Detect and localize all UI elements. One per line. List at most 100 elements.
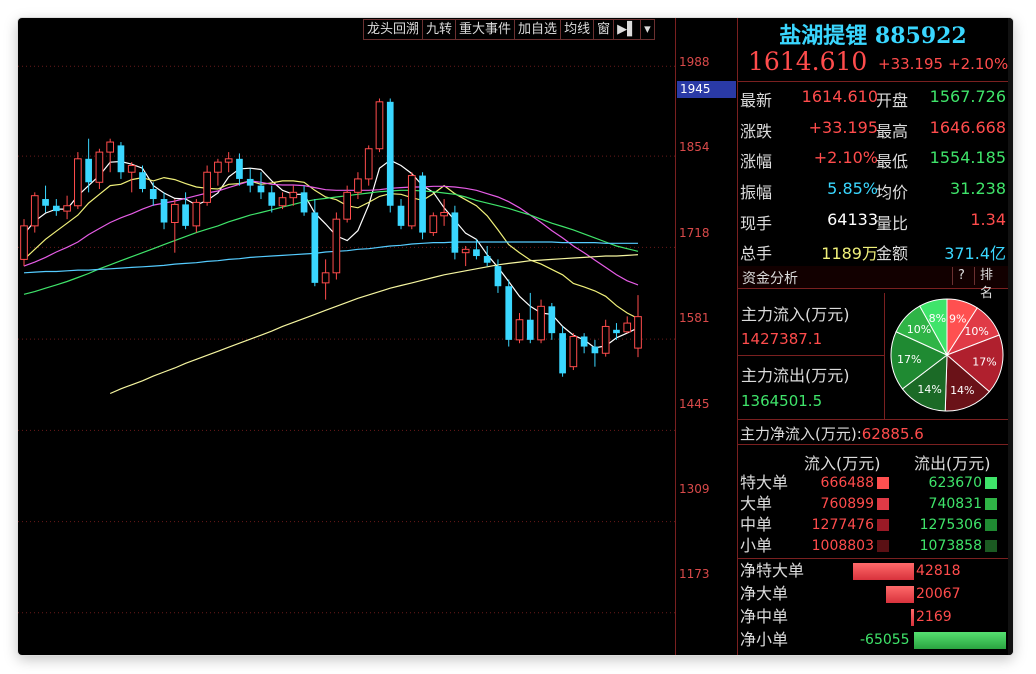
candle-up	[95, 151, 104, 183]
net-order-label: 净中单	[740, 607, 789, 626]
candle-up	[127, 165, 136, 173]
chevron-down-icon[interactable]: ▾	[640, 19, 655, 40]
candle-up	[461, 248, 470, 254]
ma-line-ma120	[109, 254, 639, 395]
quote-label: 量比	[876, 214, 909, 233]
candle-down	[451, 212, 459, 253]
kline-svg[interactable]	[18, 18, 675, 655]
candle-up	[106, 141, 115, 153]
quote-value: 1554.185	[929, 148, 1006, 167]
toolbar-ma-button[interactable]: 均线	[560, 19, 594, 40]
quote-value: +33.195	[808, 118, 878, 137]
candle-down	[311, 212, 319, 283]
inflow-swatch	[877, 477, 889, 489]
candle-down	[268, 192, 276, 206]
order-size-label: 中单	[740, 515, 773, 534]
main-flow-box: 主力流入(万元) 1427387.1 主力流出(万元) 1364501.5	[738, 293, 885, 419]
candle-up	[515, 319, 524, 341]
quote-label: 金额	[876, 244, 909, 263]
quote-value: 1189万	[821, 244, 878, 263]
net-order-value: 20067	[916, 586, 961, 602]
candle-down	[559, 333, 566, 374]
toolbar-add-watchlist-button[interactable]: 加自选	[514, 19, 561, 40]
net-order-bar	[910, 609, 914, 626]
order-size-row: 大单 760899 740831	[738, 494, 1008, 514]
main-inflow-value: 1427387.1	[741, 330, 823, 348]
candle-up	[440, 211, 448, 217]
order-size-label: 大单	[740, 494, 773, 513]
inflow-swatch	[877, 498, 889, 510]
candle-up	[429, 215, 438, 234]
candle-down	[483, 256, 491, 263]
candle-down	[591, 346, 599, 354]
quote-label: 涨幅	[740, 152, 773, 171]
quote-row: 现手 64133 量比 1.34	[738, 205, 1008, 236]
outflow-column-header: 流出(万元)	[914, 454, 991, 473]
inflow-swatch	[877, 519, 889, 531]
candle-up	[20, 225, 28, 260]
quote-value: 64133	[827, 210, 878, 229]
quote-label: 均价	[876, 183, 909, 202]
quote-value: 31.238	[950, 179, 1006, 198]
net-order-row: 净小单 -65055	[738, 629, 1008, 651]
pie-slice-label: 9%	[949, 313, 966, 326]
kline-chart[interactable]: 龙头回溯 九转 重大事件 加自选 均线 窗 ▶▌ ▾	[18, 18, 675, 655]
quote-label: 最高	[876, 122, 909, 141]
main-inflow-label: 主力流入(万元)	[741, 305, 850, 324]
quote-label: 涨跌	[740, 122, 773, 141]
candle-up	[364, 148, 373, 180]
candle-up	[601, 325, 610, 354]
quote-label: 最低	[876, 152, 909, 171]
candle-down	[160, 199, 168, 223]
candle-down	[149, 188, 157, 200]
quote-row: 总手 1189万 金额 371.4亿	[738, 235, 1008, 266]
candle-down	[494, 266, 502, 287]
candle-up	[192, 201, 201, 227]
candle-down	[42, 199, 49, 206]
outflow-value: 623670	[928, 475, 982, 491]
quote-label: 最新	[740, 91, 773, 110]
candle-down	[473, 249, 480, 257]
net-order-bar	[853, 563, 914, 580]
toolbar-major-events-button[interactable]: 重大事件	[455, 19, 515, 40]
pie-slice-label: 10%	[907, 323, 931, 336]
candle-up	[203, 171, 211, 203]
ytick-label: 1173	[679, 567, 710, 581]
pie-slice-label: 14%	[917, 383, 941, 396]
main-net-inflow-row: 主力净流入(万元):62885.6	[738, 423, 1010, 444]
inflow-value: 666488	[820, 475, 874, 491]
inflow-swatch	[877, 540, 889, 552]
net-order-bar	[885, 586, 914, 603]
order-size-row: 特大单 666488 623670	[738, 473, 1008, 493]
play-icon[interactable]: ▶▌	[613, 19, 641, 40]
candle-up	[375, 101, 384, 150]
main-outflow-label: 主力流出(万元)	[741, 366, 850, 385]
toolbar-nine-turn-button[interactable]: 九转	[422, 19, 456, 40]
candle-down	[52, 205, 60, 212]
help-button[interactable]: ?	[952, 267, 970, 285]
quote-value: 1.34	[970, 210, 1006, 229]
main-net-inflow-value: 62885.6	[861, 425, 924, 443]
candle-up	[537, 305, 545, 341]
candle-up	[332, 218, 341, 274]
rank-button[interactable]: 排名	[974, 267, 1008, 301]
pie-slice-label: 17%	[972, 356, 996, 369]
divider	[738, 419, 1008, 420]
quote-value: 371.4亿	[944, 244, 1006, 263]
candle-down	[505, 286, 513, 340]
candle-down	[419, 175, 426, 233]
candle-down	[548, 306, 556, 334]
candle-up	[278, 197, 287, 207]
toolbar-window-button[interactable]: 窗	[593, 19, 614, 40]
candle-up	[321, 272, 330, 284]
ytick-label: 1581	[679, 311, 710, 325]
ytick-label: 1854	[679, 140, 710, 154]
outflow-swatch	[985, 498, 997, 510]
candle-down	[139, 172, 146, 189]
ma-line-ma5	[23, 159, 639, 349]
toolbar-dragon-backtrack-button[interactable]: 龙头回溯	[363, 19, 423, 40]
quote-row: 最新 1614.610 开盘 1567.726	[738, 82, 1008, 113]
quote-row: 振幅 5.85% 均价 31.238	[738, 174, 1008, 205]
candle-down	[85, 158, 92, 183]
pie-slice-label: 17%	[897, 353, 921, 366]
